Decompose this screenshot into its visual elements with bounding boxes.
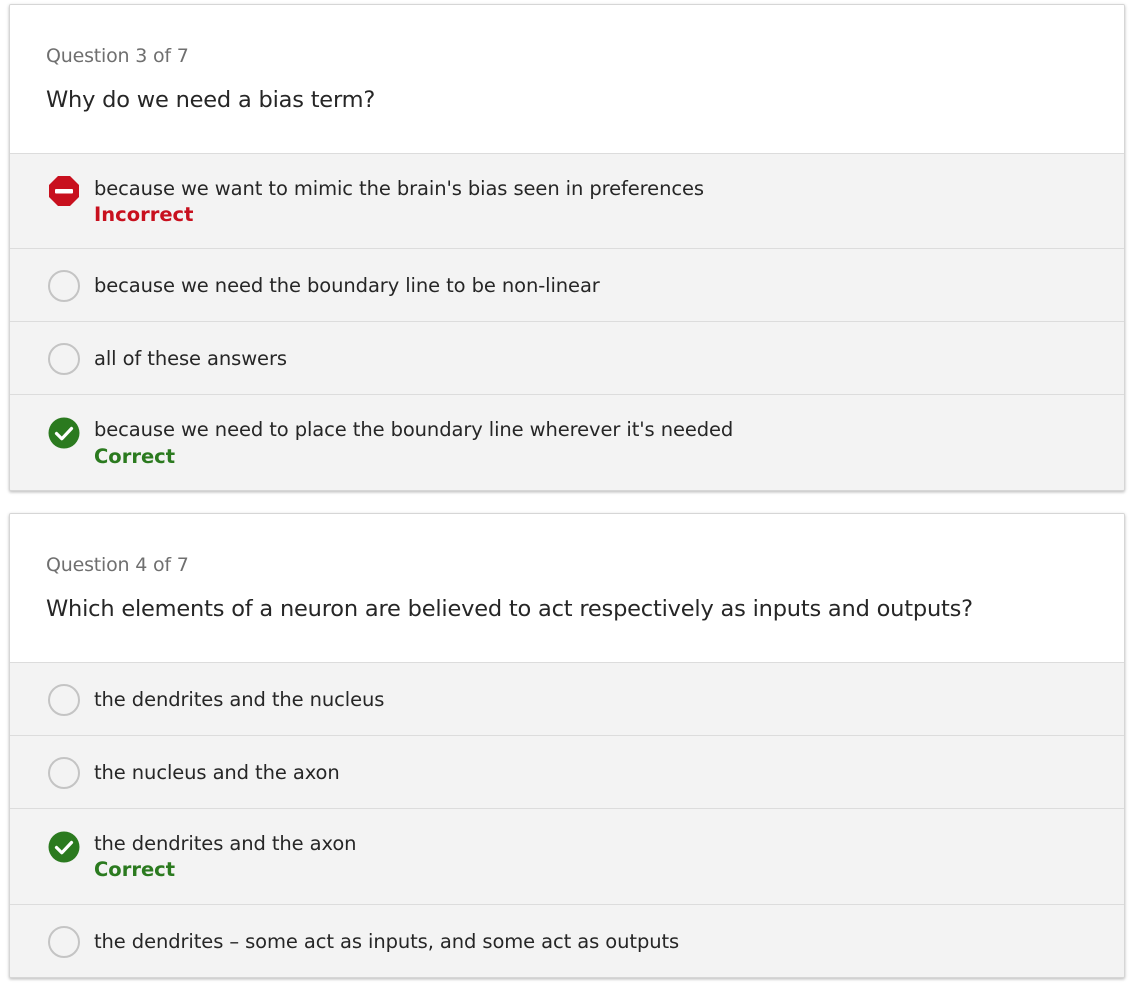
answer-label: the nucleus and the axon bbox=[94, 761, 340, 784]
answer-label: all of these answers bbox=[94, 347, 287, 370]
radio-empty-icon[interactable] bbox=[48, 343, 80, 375]
question-counter: Question 3 of 7 bbox=[46, 45, 189, 67]
question-text: Which elements of a neuron are believed … bbox=[46, 596, 973, 622]
answer-option[interactable]: the nucleus and the axon bbox=[10, 735, 1124, 808]
radio-empty-icon[interactable] bbox=[48, 270, 80, 302]
feedback-incorrect: Incorrect bbox=[94, 203, 194, 226]
radio-empty-icon[interactable] bbox=[48, 757, 80, 789]
check-circle-icon bbox=[48, 417, 80, 449]
check-circle-icon bbox=[48, 831, 80, 863]
feedback-correct: Correct bbox=[94, 858, 176, 881]
answer-option[interactable]: the dendrites – some act as inputs, and … bbox=[10, 904, 1124, 977]
answer-label: the dendrites and the axon bbox=[94, 832, 357, 855]
feedback-correct: Correct bbox=[94, 445, 176, 468]
question-card: Question 3 of 7 Why do we need a bias te… bbox=[9, 4, 1125, 491]
answer-option[interactable]: all of these answers bbox=[10, 321, 1124, 394]
answer-label: because we need the boundary line to be … bbox=[94, 274, 600, 297]
question-header: Question 4 of 7 Which elements of a neur… bbox=[10, 514, 1124, 662]
radio-empty-icon[interactable] bbox=[48, 684, 80, 716]
answer-option[interactable]: the dendrites and the axon Correct bbox=[10, 808, 1124, 904]
question-counter: Question 4 of 7 bbox=[46, 554, 189, 576]
answer-label: the dendrites – some act as inputs, and … bbox=[94, 930, 680, 953]
answer-option[interactable]: because we need the boundary line to be … bbox=[10, 248, 1124, 321]
answer-option[interactable]: the dendrites and the nucleus bbox=[10, 662, 1124, 735]
radio-empty-icon[interactable] bbox=[48, 926, 80, 958]
stop-minus-icon bbox=[49, 176, 79, 206]
answer-option[interactable]: because we need to place the boundary li… bbox=[10, 394, 1124, 490]
question-text: Why do we need a bias term? bbox=[46, 87, 376, 113]
answer-option[interactable]: because we want to mimic the brain's bia… bbox=[10, 153, 1124, 248]
answer-label: because we want to mimic the brain's bia… bbox=[94, 177, 704, 200]
question-card: Question 4 of 7 Which elements of a neur… bbox=[9, 513, 1125, 978]
answer-label: the dendrites and the nucleus bbox=[94, 688, 385, 711]
question-header: Question 3 of 7 Why do we need a bias te… bbox=[10, 5, 1124, 153]
answer-label: because we need to place the boundary li… bbox=[94, 418, 734, 441]
